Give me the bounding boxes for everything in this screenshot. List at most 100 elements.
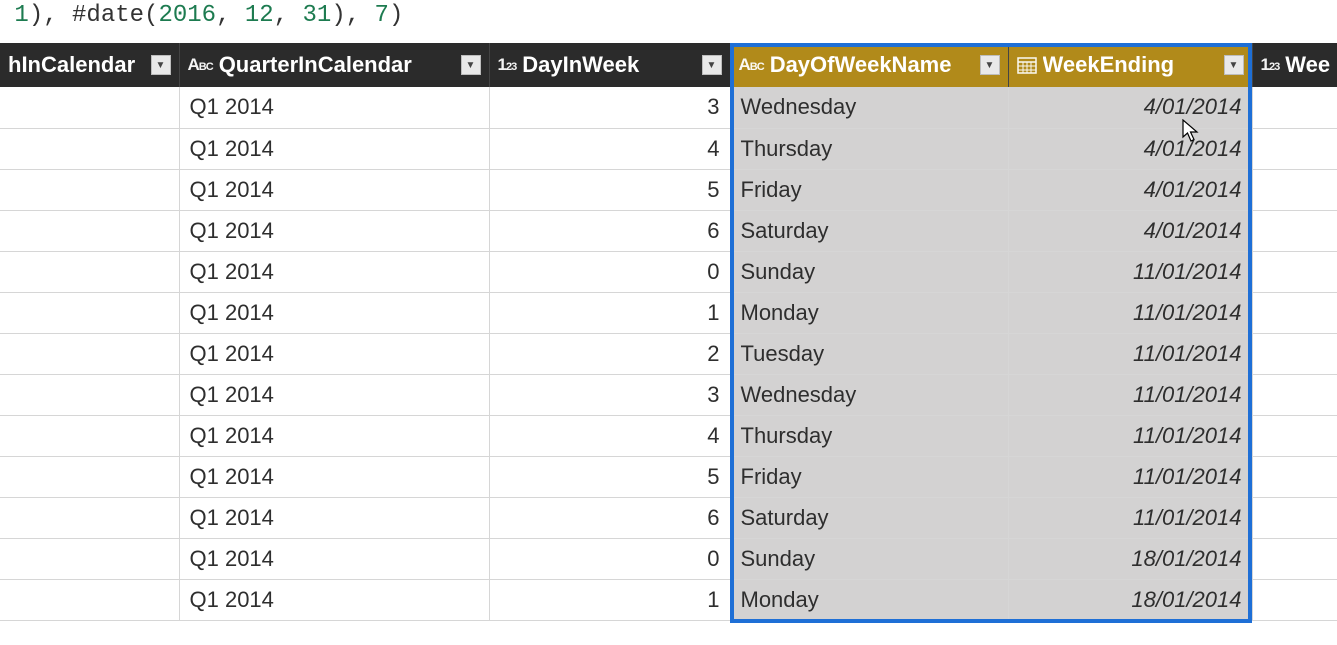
table-row[interactable]: Q1 20141Monday11/01/2014	[0, 292, 1337, 333]
table-row[interactable]: Q1 20144Thursday11/01/2014	[0, 415, 1337, 456]
table-row[interactable]: Q1 20140Sunday11/01/2014	[0, 251, 1337, 292]
cell-QuarterInCalendar[interactable]: Q1 2014	[179, 497, 489, 538]
cell-QuarterInCalendar[interactable]: Q1 2014	[179, 374, 489, 415]
cell-hInCalendar[interactable]	[0, 128, 179, 169]
table-row[interactable]: Q1 20142Tuesday11/01/2014	[0, 333, 1337, 374]
table-row[interactable]: Q1 20143Wednesday4/01/2014	[0, 87, 1337, 128]
cell-DayOfWeekName[interactable]: Tuesday	[730, 333, 1008, 374]
cell-QuarterInCalendar[interactable]: Q1 2014	[179, 456, 489, 497]
cell-DayOfWeekName[interactable]: Sunday	[730, 251, 1008, 292]
cell-QuarterInCalendar[interactable]: Q1 2014	[179, 87, 489, 128]
cell-hInCalendar[interactable]	[0, 169, 179, 210]
cell-DayOfWeekName[interactable]: Saturday	[730, 210, 1008, 251]
cell-DayOfWeekName[interactable]: Thursday	[730, 128, 1008, 169]
table-row[interactable]: Q1 20143Wednesday11/01/2014	[0, 374, 1337, 415]
column-header-Wee_partial[interactable]: 123Wee	[1252, 43, 1337, 87]
cell-DayInWeek[interactable]: 3	[489, 374, 730, 415]
column-header-QuarterInCalendar[interactable]: ABCQuarterInCalendar▼	[179, 43, 489, 87]
cell-QuarterInCalendar[interactable]: Q1 2014	[179, 333, 489, 374]
cell-DayOfWeekName[interactable]: Friday	[730, 169, 1008, 210]
cell-DayOfWeekName[interactable]: Saturday	[730, 497, 1008, 538]
cell-DayOfWeekName[interactable]: Sunday	[730, 538, 1008, 579]
data-preview-grid[interactable]: hInCalendar▼ABCQuarterInCalendar▼123DayI…	[0, 43, 1337, 621]
cell-DayInWeek[interactable]: 4	[489, 415, 730, 456]
cell-WeekEnding[interactable]: 11/01/2014	[1008, 415, 1252, 456]
table-row[interactable]: Q1 20145Friday4/01/2014	[0, 169, 1337, 210]
cell-DayInWeek[interactable]: 0	[489, 251, 730, 292]
cell-WeekEnding[interactable]: 18/01/2014	[1008, 538, 1252, 579]
cell-QuarterInCalendar[interactable]: Q1 2014	[179, 128, 489, 169]
cell-Wee_partial[interactable]	[1252, 251, 1337, 292]
formula-bar-fragment[interactable]: 1), #date(2016, 12, 31), 7)	[0, 0, 1337, 43]
cell-QuarterInCalendar[interactable]: Q1 2014	[179, 169, 489, 210]
cell-Wee_partial[interactable]	[1252, 497, 1337, 538]
table-row[interactable]: Q1 20140Sunday18/01/2014	[0, 538, 1337, 579]
column-filter-dropdown-icon[interactable]: ▼	[151, 55, 171, 75]
cell-Wee_partial[interactable]	[1252, 128, 1337, 169]
column-filter-dropdown-icon[interactable]: ▼	[980, 55, 1000, 75]
cell-Wee_partial[interactable]	[1252, 374, 1337, 415]
cell-Wee_partial[interactable]	[1252, 292, 1337, 333]
cell-Wee_partial[interactable]	[1252, 333, 1337, 374]
cell-WeekEnding[interactable]: 11/01/2014	[1008, 374, 1252, 415]
cell-hInCalendar[interactable]	[0, 579, 179, 620]
cell-hInCalendar[interactable]	[0, 497, 179, 538]
cell-hInCalendar[interactable]	[0, 210, 179, 251]
cell-DayInWeek[interactable]: 4	[489, 128, 730, 169]
cell-DayInWeek[interactable]: 5	[489, 456, 730, 497]
cell-DayOfWeekName[interactable]: Monday	[730, 579, 1008, 620]
cell-WeekEnding[interactable]: 11/01/2014	[1008, 497, 1252, 538]
cell-Wee_partial[interactable]	[1252, 579, 1337, 620]
column-header-DayInWeek[interactable]: 123DayInWeek▼	[489, 43, 730, 87]
cell-Wee_partial[interactable]	[1252, 87, 1337, 128]
cell-QuarterInCalendar[interactable]: Q1 2014	[179, 251, 489, 292]
cell-DayInWeek[interactable]: 2	[489, 333, 730, 374]
column-header-hInCalendar[interactable]: hInCalendar▼	[0, 43, 179, 87]
cell-hInCalendar[interactable]	[0, 292, 179, 333]
table-row[interactable]: Q1 20146Saturday4/01/2014	[0, 210, 1337, 251]
table-row[interactable]: Q1 20145Friday11/01/2014	[0, 456, 1337, 497]
cell-hInCalendar[interactable]	[0, 415, 179, 456]
cell-DayOfWeekName[interactable]: Friday	[730, 456, 1008, 497]
cell-QuarterInCalendar[interactable]: Q1 2014	[179, 210, 489, 251]
table-row[interactable]: Q1 20146Saturday11/01/2014	[0, 497, 1337, 538]
cell-DayInWeek[interactable]: 0	[489, 538, 730, 579]
cell-Wee_partial[interactable]	[1252, 456, 1337, 497]
cell-DayOfWeekName[interactable]: Wednesday	[730, 374, 1008, 415]
cell-DayInWeek[interactable]: 3	[489, 87, 730, 128]
cell-QuarterInCalendar[interactable]: Q1 2014	[179, 538, 489, 579]
cell-Wee_partial[interactable]	[1252, 210, 1337, 251]
cell-DayInWeek[interactable]: 6	[489, 497, 730, 538]
cell-DayOfWeekName[interactable]: Monday	[730, 292, 1008, 333]
column-filter-dropdown-icon[interactable]: ▼	[461, 55, 481, 75]
column-header-DayOfWeekName[interactable]: ABCDayOfWeekName▼	[730, 43, 1008, 87]
cell-hInCalendar[interactable]	[0, 251, 179, 292]
cell-hInCalendar[interactable]	[0, 333, 179, 374]
cell-hInCalendar[interactable]	[0, 538, 179, 579]
cell-DayInWeek[interactable]: 6	[489, 210, 730, 251]
cell-QuarterInCalendar[interactable]: Q1 2014	[179, 415, 489, 456]
cell-WeekEnding[interactable]: 11/01/2014	[1008, 456, 1252, 497]
column-filter-dropdown-icon[interactable]: ▼	[1224, 55, 1244, 75]
cell-DayOfWeekName[interactable]: Wednesday	[730, 87, 1008, 128]
cell-DayInWeek[interactable]: 1	[489, 579, 730, 620]
cell-WeekEnding[interactable]: 18/01/2014	[1008, 579, 1252, 620]
cell-Wee_partial[interactable]	[1252, 538, 1337, 579]
column-filter-dropdown-icon[interactable]: ▼	[702, 55, 722, 75]
cell-WeekEnding[interactable]: 4/01/2014	[1008, 210, 1252, 251]
cell-WeekEnding[interactable]: 4/01/2014	[1008, 128, 1252, 169]
cell-WeekEnding[interactable]: 4/01/2014	[1008, 87, 1252, 128]
cell-DayInWeek[interactable]: 5	[489, 169, 730, 210]
cell-QuarterInCalendar[interactable]: Q1 2014	[179, 292, 489, 333]
cell-DayInWeek[interactable]: 1	[489, 292, 730, 333]
table-row[interactable]: Q1 20141Monday18/01/2014	[0, 579, 1337, 620]
column-header-WeekEnding[interactable]: WeekEnding▼	[1008, 43, 1252, 87]
cell-hInCalendar[interactable]	[0, 374, 179, 415]
cell-Wee_partial[interactable]	[1252, 415, 1337, 456]
cell-WeekEnding[interactable]: 11/01/2014	[1008, 251, 1252, 292]
table-row[interactable]: Q1 20144Thursday4/01/2014	[0, 128, 1337, 169]
cell-WeekEnding[interactable]: 4/01/2014	[1008, 169, 1252, 210]
cell-DayOfWeekName[interactable]: Thursday	[730, 415, 1008, 456]
cell-WeekEnding[interactable]: 11/01/2014	[1008, 333, 1252, 374]
cell-QuarterInCalendar[interactable]: Q1 2014	[179, 579, 489, 620]
